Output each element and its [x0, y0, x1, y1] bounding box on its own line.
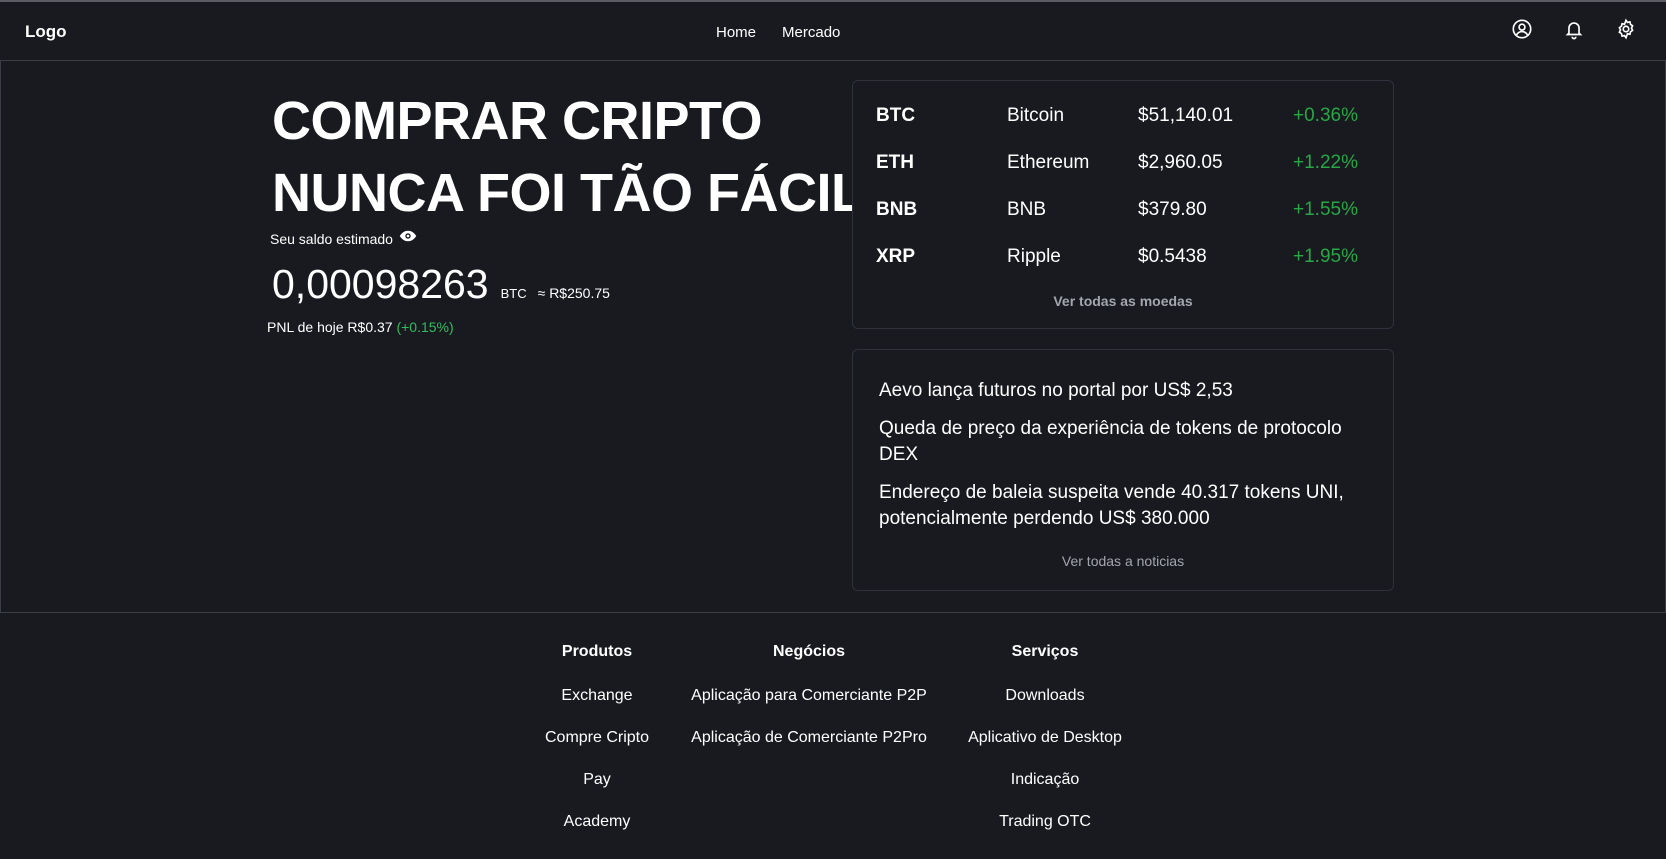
view-all-coins-link[interactable]: Ver todas as moedas: [853, 293, 1393, 309]
footer-link-p2p-merchant[interactable]: Aplicação para Comerciante P2P: [685, 685, 933, 727]
news-list: Aevo lança futuros no portal por US$ 2,5…: [879, 378, 1369, 544]
news-item[interactable]: Aevo lança futuros no portal por US$ 2,5…: [879, 378, 1369, 404]
balance-value: 0,00098263: [272, 261, 489, 307]
coin-price: $379.80: [1138, 199, 1207, 220]
hero-title-line2: NUNCA FOI TÃO FÁCIL: [272, 163, 864, 223]
footer-link-p2pro-merchant[interactable]: Aplicação de Comerciante P2Pro: [685, 727, 933, 769]
eye-icon[interactable]: [399, 229, 417, 243]
balance-label-row: Seu saldo estimado: [270, 229, 417, 247]
footer-col-title: Produtos: [561, 643, 633, 660]
balance-unit: BTC: [500, 286, 527, 301]
coin-name: BNB: [1007, 199, 1047, 220]
footer: Produtos Exchange Compre Cripto Pay Acad…: [0, 613, 1666, 859]
main-section: COMPRAR CRIPTO NUNCA FOI TÃO FÁCIL Seu s…: [0, 61, 1666, 613]
coin-price: $51,140.01: [1138, 105, 1234, 126]
coin-symbol: BNB: [876, 199, 918, 220]
coin-name: Ripple: [1007, 246, 1061, 267]
nav-home-link[interactable]: Home: [716, 24, 756, 41]
header-actions: [1511, 18, 1637, 40]
footer-link-indicacao[interactable]: Indicação: [955, 769, 1135, 811]
news-card: Aevo lança futuros no portal por US$ 2,5…: [852, 349, 1394, 591]
bell-icon[interactable]: [1563, 18, 1585, 40]
hero-title: COMPRAR CRIPTO NUNCA FOI TÃO FÁCIL: [272, 85, 864, 229]
page: Logo Home Mercado COMPRAR CRIPTO NUNCA F…: [0, 0, 1666, 859]
footer-link-academy[interactable]: Academy: [527, 811, 667, 853]
footer-link-pay[interactable]: Pay: [527, 769, 667, 811]
logo[interactable]: Logo: [25, 22, 67, 42]
footer-col-servicos: Serviços Downloads Aplicativo de Desktop…: [955, 643, 1135, 853]
footer-link-compre-cripto[interactable]: Compre Cripto: [527, 727, 667, 769]
news-item[interactable]: Endereço de baleia suspeita vende 40.317…: [879, 480, 1369, 532]
footer-col-produtos: Produtos Exchange Compre Cripto Pay Acad…: [527, 643, 667, 853]
balance-fiat: ≈ R$250.75: [537, 285, 610, 301]
footer-col-title: Negócios: [772, 643, 845, 660]
footer-link-desktop-app[interactable]: Aplicativo de Desktop: [955, 727, 1135, 769]
hero-title-line1: COMPRAR CRIPTO: [272, 91, 763, 151]
settings-icon[interactable]: [1615, 18, 1637, 40]
main-nav: Home Mercado: [716, 24, 840, 41]
view-all-news-link[interactable]: Ver todas a noticias: [853, 553, 1393, 569]
pnl-change: (+0.15%): [396, 319, 454, 335]
coin-row-bnb[interactable]: BNB BNB $379.80 +1.55%: [876, 199, 1376, 223]
coin-change: +0.36%: [1293, 105, 1358, 126]
coin-symbol: ETH: [876, 152, 914, 173]
coin-price: $2,960.05: [1138, 152, 1223, 173]
footer-link-downloads[interactable]: Downloads: [955, 685, 1135, 727]
coin-price: $0.5438: [1138, 246, 1207, 267]
coin-symbol: XRP: [876, 246, 916, 267]
coin-change: +1.95%: [1293, 246, 1358, 267]
coin-name: Ethereum: [1007, 152, 1090, 173]
coins-card: BTC Bitcoin $51,140.01 +0.36% ETH Ethere…: [852, 80, 1394, 329]
balance-row: 0,00098263 BTC ≈ R$250.75: [272, 261, 610, 308]
coin-row-btc[interactable]: BTC Bitcoin $51,140.01 +0.36%: [876, 105, 1376, 129]
balance-label: Seu saldo estimado: [270, 231, 393, 247]
footer-link-trading-otc[interactable]: Trading OTC: [955, 811, 1135, 853]
coin-change: +1.55%: [1293, 199, 1358, 220]
footer-col-title: Serviços: [1011, 643, 1079, 660]
footer-col-negocios: Negócios Aplicação para Comerciante P2P …: [685, 643, 933, 769]
coin-name: Bitcoin: [1007, 105, 1065, 126]
top-navbar: Logo Home Mercado: [0, 0, 1666, 61]
coin-row-eth[interactable]: ETH Ethereum $2,960.05 +1.22%: [876, 152, 1376, 176]
pnl-label: PNL de hoje R$0.37: [267, 319, 393, 335]
footer-link-exchange[interactable]: Exchange: [527, 685, 667, 727]
nav-mercado-link[interactable]: Mercado: [782, 24, 840, 41]
pnl-today: PNL de hoje R$0.37 (+0.15%): [267, 319, 454, 335]
coin-symbol: BTC: [876, 105, 916, 126]
coin-change: +1.22%: [1293, 152, 1358, 173]
news-item[interactable]: Queda de preço da experiência de tokens …: [879, 416, 1369, 468]
coin-row-xrp[interactable]: XRP Ripple $0.5438 +1.95%: [876, 246, 1376, 270]
user-icon[interactable]: [1511, 18, 1533, 40]
